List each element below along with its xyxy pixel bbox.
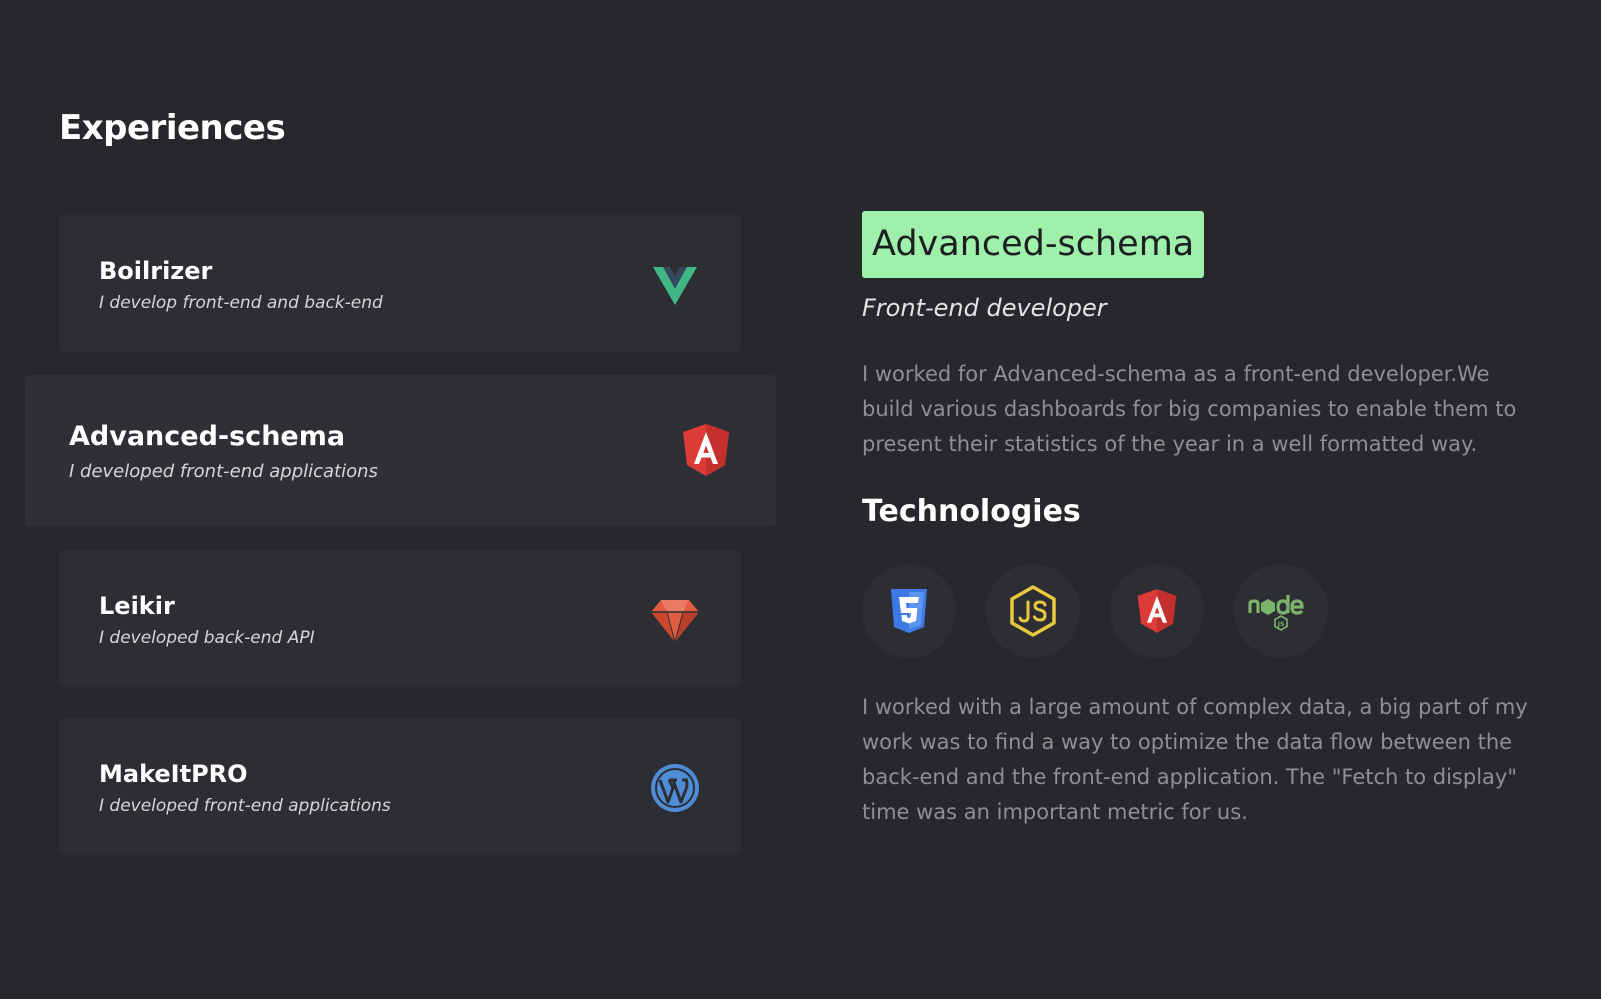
technologies-list: JS xyxy=(862,564,1328,658)
tech-angular xyxy=(1110,564,1204,658)
css3-icon xyxy=(891,589,927,633)
tech-javascript xyxy=(986,564,1080,658)
experience-name: Boilrizer xyxy=(99,257,213,285)
role-title: Front-end developer xyxy=(862,294,1107,322)
experience-card-advanced-schema[interactable]: Advanced-schema I developed front-end ap… xyxy=(25,375,776,526)
svg-text:JS: JS xyxy=(1277,621,1285,628)
company-badge: Advanced-schema xyxy=(862,211,1205,278)
experience-name: Advanced-schema xyxy=(69,421,346,452)
angular-icon xyxy=(1137,589,1177,633)
experience-card-makeitpro[interactable]: MakeItPRO I developed front-end applicat… xyxy=(59,718,741,855)
technologies-title: Technologies xyxy=(862,494,1081,529)
experience-card-leikir[interactable]: Leikir I developed back-end API xyxy=(59,550,741,687)
experience-description: I develop front-end and back-end xyxy=(99,293,383,313)
experiences-page: Experiences Boilrizer I develop front-en… xyxy=(0,0,1601,999)
tech-nodejs: JS xyxy=(1234,564,1328,658)
vue-icon xyxy=(653,267,697,305)
nodejs-icon: JS xyxy=(1248,595,1304,631)
experience-name: MakeItPRO xyxy=(99,760,248,788)
experience-description: I developed back-end API xyxy=(99,628,315,648)
tech-css3 xyxy=(862,564,956,658)
angular-icon xyxy=(683,424,729,476)
gem-icon xyxy=(651,600,699,644)
work-description: I worked with a large amount of complex … xyxy=(862,695,1528,824)
experience-name: Leikir xyxy=(99,592,175,620)
wordpress-icon xyxy=(651,764,699,812)
javascript-icon xyxy=(1010,585,1056,637)
company-description: I worked for Advanced-schema as a front-… xyxy=(862,362,1517,456)
section-title: Experiences xyxy=(59,108,286,148)
experience-description: I developed front-end applications xyxy=(69,461,378,482)
experience-description: I developed front-end applications xyxy=(99,796,391,816)
experience-card-boilrizer[interactable]: Boilrizer I develop front-end and back-e… xyxy=(59,215,741,352)
